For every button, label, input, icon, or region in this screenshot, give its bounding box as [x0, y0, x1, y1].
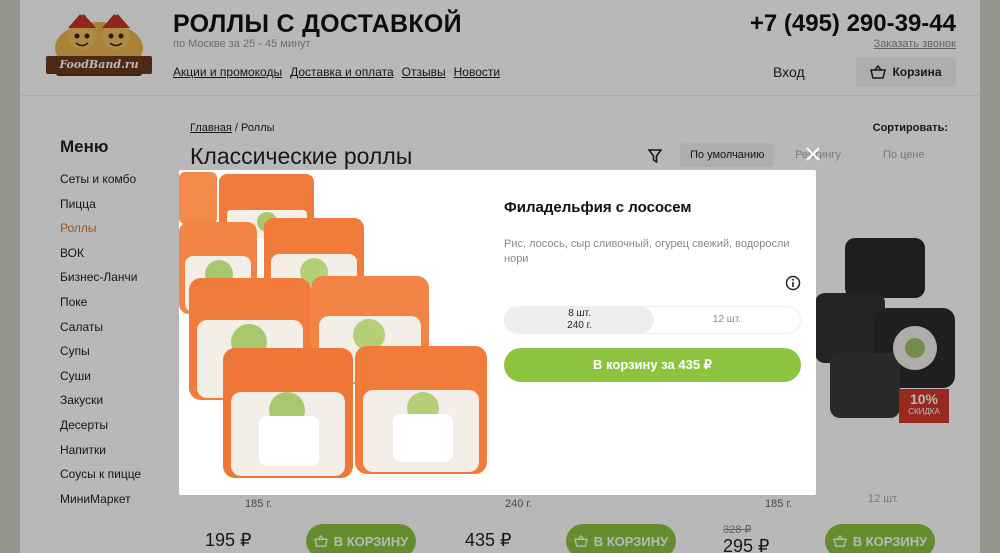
size-switch: 8 шт. 240 г. 12 шт.	[504, 306, 801, 334]
product-image	[179, 170, 499, 495]
add-to-cart-button[interactable]: В корзину за 435 ₽	[504, 348, 801, 382]
size-12-pieces: 12 шт.	[712, 314, 742, 325]
info-icon[interactable]	[785, 275, 801, 291]
size-8-pieces: 8 шт.	[568, 308, 591, 319]
close-icon[interactable]	[804, 145, 822, 163]
product-title: Филадельфия с лососем	[504, 199, 692, 216]
product-modal: Филадельфия с лососем Рис, лосось, сыр с…	[179, 170, 816, 495]
product-description: Рис, лосось, сыр сливочный, огурец свежи…	[504, 238, 790, 265]
size-8-weight: 240 г.	[567, 320, 592, 331]
size-option-12[interactable]: 12 шт.	[654, 307, 800, 333]
size-option-8[interactable]: 8 шт. 240 г.	[505, 307, 654, 333]
